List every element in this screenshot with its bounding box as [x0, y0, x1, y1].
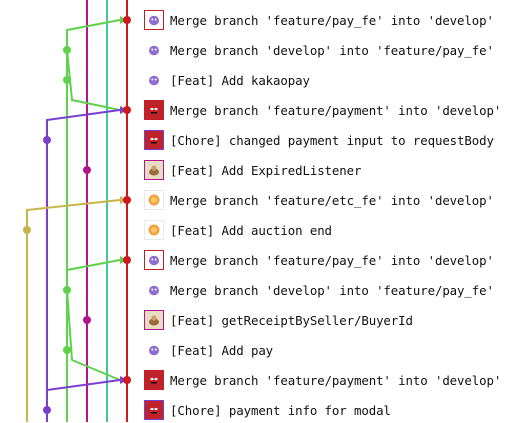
commit-dot[interactable] [123, 196, 131, 204]
commit-message: Merge branch 'feature/payment' into 'dev… [170, 372, 502, 388]
commit-row[interactable]: [Feat] Add pay [144, 337, 524, 363]
commit-message: [Feat] Add kakaopay [170, 72, 310, 88]
purple-creature-avatar [144, 10, 164, 30]
commit-row[interactable]: [Feat] getReceiptBySeller/BuyerId [144, 307, 524, 333]
commit-message: [Feat] Add auction end [170, 222, 332, 238]
commit-message: Merge branch 'feature/etc_fe' into 'deve… [170, 192, 494, 208]
commit-row[interactable]: [Chore] changed payment input to request… [144, 127, 524, 153]
commit-row[interactable]: Merge branch 'feature/payment' into 'dev… [144, 97, 524, 123]
commit-message: [Feat] Add ExpiredListener [170, 162, 362, 178]
commit-dot[interactable] [83, 316, 91, 324]
commit-message: [Chore] payment info for modal [170, 402, 391, 418]
commit-dot[interactable] [63, 286, 71, 294]
commit-dot[interactable] [123, 256, 131, 264]
merge-edge-green-return [66, 49, 121, 111]
commit-dot[interactable] [43, 406, 51, 414]
merge-edge-purple-low [46, 379, 121, 410]
commit-message: [Chore] changed payment input to request… [170, 132, 494, 148]
purple-creature-avatar [144, 250, 164, 270]
purple-creature-avatar [144, 340, 164, 360]
purple-creature-avatar [144, 40, 164, 60]
commit-dot[interactable] [63, 76, 71, 84]
red-hero-avatar [144, 100, 164, 120]
commit-dot[interactable] [123, 376, 131, 384]
orange-circle-avatar [144, 190, 164, 210]
commit-graph [23, 0, 131, 422]
commit-row[interactable]: [Feat] Add kakaopay [144, 67, 524, 93]
orange-circle-avatar [144, 220, 164, 240]
commit-message: Merge branch 'develop' into 'feature/pay… [170, 282, 494, 298]
commit-message: Merge branch 'develop' into 'feature/pay… [170, 42, 494, 58]
commit-row[interactable]: Merge branch 'feature/etc_fe' into 'deve… [144, 187, 524, 213]
commit-message: Merge branch 'feature/pay_fe' into 'deve… [170, 12, 494, 28]
commit-dot[interactable] [63, 46, 71, 54]
red-hero-avatar [144, 130, 164, 150]
merge-edge-green-mid [66, 259, 121, 290]
red-hero-avatar [144, 370, 164, 390]
brown-character-avatar [144, 160, 164, 180]
purple-creature-avatar [144, 280, 164, 300]
commit-dot[interactable] [43, 136, 51, 144]
commit-row[interactable]: [Feat] Add ExpiredListener [144, 157, 524, 183]
commit-row[interactable]: [Chore] payment info for modal [144, 397, 524, 423]
brown-character-avatar [144, 310, 164, 330]
commit-row[interactable]: [Feat] Add auction end [144, 217, 524, 243]
commit-dot[interactable] [23, 226, 31, 234]
commit-dot[interactable] [83, 166, 91, 174]
commit-row[interactable]: Merge branch 'feature/payment' into 'dev… [144, 367, 524, 393]
merge-edge-green-low [66, 289, 121, 381]
commit-row[interactable]: Merge branch 'feature/pay_fe' into 'deve… [144, 7, 524, 33]
merge-edge-purple-top [46, 109, 121, 140]
commit-row[interactable]: Merge branch 'develop' into 'feature/pay… [144, 277, 524, 303]
commit-dot[interactable] [63, 346, 71, 354]
red-hero-avatar [144, 400, 164, 420]
merge-edge-green-top [66, 19, 121, 50]
purple-creature-avatar [144, 70, 164, 90]
commit-row[interactable]: Merge branch 'feature/pay_fe' into 'deve… [144, 247, 524, 273]
commit-message: [Feat] Add pay [170, 342, 274, 358]
commit-row[interactable]: Merge branch 'develop' into 'feature/pay… [144, 37, 524, 63]
commit-dot[interactable] [123, 16, 131, 24]
commit-message: [Feat] getReceiptBySeller/BuyerId [170, 312, 413, 328]
commit-message: Merge branch 'feature/pay_fe' into 'deve… [170, 252, 494, 268]
commit-dot[interactable] [123, 106, 131, 114]
commit-message: Merge branch 'feature/payment' into 'dev… [170, 102, 502, 118]
